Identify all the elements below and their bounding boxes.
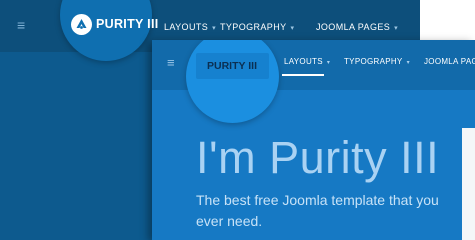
hero-description: The best free Joomla template that you e… — [196, 192, 439, 229]
content-edge — [462, 128, 475, 240]
front-page-preview: ≡ PURITY III LAYOUTS ▾ TYPOGRAPHY ▾ JOOMLA… — [152, 40, 475, 240]
front-brand-name[interactable]: PURITY III — [207, 60, 257, 72]
back-menu-typography-label: TYPOGRAPHY — [220, 22, 287, 32]
front-menu-joomla-pages-label: JOOMLA PAGE — [424, 57, 475, 66]
front-menu-typography[interactable]: TYPOGRAPHY ▾ — [344, 57, 410, 66]
chevron-down-icon: ▾ — [326, 60, 331, 66]
purity-logo-icon[interactable] — [71, 14, 92, 35]
front-navbar: ≡ PURITY III LAYOUTS ▾ TYPOGRAPHY ▾ JOOMLA… — [152, 40, 475, 123]
chevron-down-icon: ▾ — [212, 25, 217, 32]
chevron-down-icon: ▾ — [406, 60, 410, 66]
back-menu-joomla-pages[interactable]: JOOMLA PAGES ▾ — [316, 22, 398, 32]
back-menu-layouts[interactable]: LAYOUTS ▾ — [164, 22, 216, 32]
hero-title: I'm Purity III — [196, 132, 440, 183]
back-brand-name[interactable]: PURITY III — [96, 17, 159, 31]
front-hamburger-icon[interactable]: ≡ — [167, 56, 175, 69]
front-menu-typography-label: TYPOGRAPHY — [344, 57, 403, 66]
front-menu-joomla-pages[interactable]: JOOMLA PAGE — [424, 57, 475, 66]
front-menu-layouts[interactable]: LAYOUTS ▾ — [284, 57, 330, 66]
front-menu-layouts-label: LAYOUTS — [284, 57, 323, 66]
chevron-down-icon: ▾ — [290, 25, 295, 32]
active-menu-indicator — [282, 74, 324, 76]
logo-mark — [76, 19, 87, 29]
back-menu-joomla-pages-label: JOOMLA PAGES — [316, 22, 391, 32]
back-menu-layouts-label: LAYOUTS — [164, 22, 209, 32]
back-hamburger-icon[interactable]: ≡ — [17, 18, 25, 32]
chevron-down-icon: ▾ — [394, 25, 399, 32]
back-menu-typography[interactable]: TYPOGRAPHY ▾ — [220, 22, 294, 32]
